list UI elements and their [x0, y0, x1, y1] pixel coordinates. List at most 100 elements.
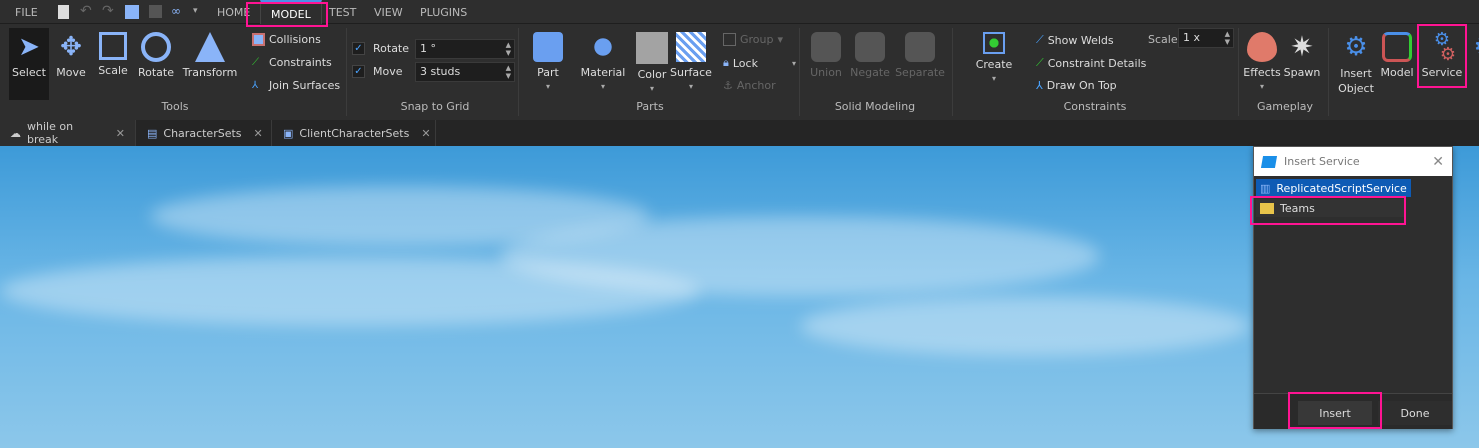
- undo-icon[interactable]: ↶: [80, 3, 92, 19]
- negate-button[interactable]: Negate: [850, 32, 890, 79]
- cloud-icon: ☁: [10, 126, 21, 140]
- collisions-icon: [252, 33, 265, 46]
- service-button[interactable]: ⚙ ⚙ Service: [1420, 29, 1464, 80]
- material-button[interactable]: Material ▾: [580, 32, 626, 92]
- union-button[interactable]: Union: [808, 32, 844, 79]
- replicated-script-service-icon: ▥: [1260, 181, 1271, 195]
- group-icon[interactable]: [125, 5, 139, 19]
- close-icon[interactable]: ✕: [1432, 154, 1444, 170]
- scale-button[interactable]: Scale: [95, 32, 131, 77]
- part-cube-icon: [533, 32, 563, 62]
- close-icon[interactable]: ✕: [116, 127, 125, 140]
- surface-button[interactable]: Surface ▾: [670, 32, 712, 92]
- separate-button[interactable]: Separate: [895, 32, 945, 79]
- negate-icon: [855, 32, 885, 62]
- show-welds-toggle[interactable]: ⟋ Show Welds: [1036, 33, 1114, 47]
- move-snap-input[interactable]: 3 studs ▲ ▼: [415, 62, 515, 82]
- constraint-details-toggle[interactable]: ⟋ Constraint Details: [1036, 56, 1146, 70]
- tab-clientcharactersets[interactable]: ▣ ClientCharacterSets ✕: [273, 120, 436, 146]
- move-snap-checkbox[interactable]: ✓ Move: [352, 65, 403, 78]
- list-item-replicatedscriptservice[interactable]: ▥ ReplicatedScriptService: [1256, 179, 1411, 197]
- gameplay-group-label: Gameplay: [1256, 100, 1314, 113]
- menu-bar: FILE ↶ ↷ ∞ ▾ HOME MODEL TEST VIEW PLUGIN…: [0, 0, 1479, 24]
- anchor-icon: ⚓︎: [723, 79, 733, 92]
- group-icon: [723, 33, 736, 46]
- dialog-footer: Insert Done: [1254, 393, 1452, 429]
- tab-home[interactable]: HOME: [217, 6, 250, 19]
- surface-icon: [676, 32, 706, 62]
- insert-object-button[interactable]: ⚙ Insert Object: [1336, 32, 1376, 96]
- close-icon[interactable]: ✕: [421, 127, 430, 140]
- group-button[interactable]: Group ▾: [723, 33, 783, 46]
- part-button[interactable]: Part ▾: [530, 32, 566, 92]
- tab-charactersets[interactable]: ▤ CharacterSets ✕: [137, 120, 272, 146]
- model-icon: [1382, 32, 1412, 62]
- file-menu[interactable]: FILE: [15, 6, 38, 19]
- create-constraint-button[interactable]: Create ▾: [972, 32, 1016, 84]
- constraint-create-icon: [983, 32, 1005, 54]
- close-icon[interactable]: ✕: [254, 127, 263, 140]
- color-button[interactable]: Color ▾: [635, 32, 669, 94]
- find-icon[interactable]: ∞: [171, 4, 181, 18]
- material-icon: [588, 32, 618, 62]
- rotate-snap-checkbox[interactable]: ✓ Rotate: [352, 42, 409, 55]
- stop-icon[interactable]: [149, 5, 162, 18]
- select-button[interactable]: ➤ Select: [9, 28, 49, 100]
- dialog-title-bar: Insert Service ✕: [1254, 147, 1452, 176]
- divider: [1328, 28, 1329, 116]
- model-button[interactable]: Model: [1380, 32, 1414, 79]
- rotate-snap-input[interactable]: 1 ° ▲ ▼: [415, 39, 515, 59]
- anchor-button[interactable]: ⚓︎ Anchor: [723, 79, 776, 92]
- spinner-icon[interactable]: ▲ ▼: [1225, 30, 1230, 46]
- tab-model[interactable]: MODEL: [260, 0, 322, 24]
- tab-test[interactable]: TEST: [329, 6, 356, 19]
- lock-button[interactable]: 🔒︎ Lock ▾: [723, 56, 796, 70]
- constraint-details-icon: ⟋: [1036, 56, 1044, 69]
- join-surfaces-toggle[interactable]: ⅄ Join Surfaces: [252, 79, 340, 92]
- scale-input[interactable]: 1 x ▲ ▼: [1178, 28, 1234, 48]
- document-tabs: ☁ while on break ✕ ▤ CharacterSets ✕ ▣ Client…: [0, 120, 1479, 146]
- rotate-button[interactable]: Rotate: [137, 32, 175, 79]
- move-arrows-icon: ✥: [60, 32, 82, 62]
- join-surfaces-icon: ⅄: [252, 80, 259, 91]
- scale-icon: [99, 32, 127, 60]
- divider: [346, 28, 347, 116]
- gear-icon: ⚙: [1470, 32, 1479, 62]
- redo-icon[interactable]: ↷: [102, 3, 114, 19]
- insert-button[interactable]: Insert: [1298, 401, 1372, 425]
- roblox-studio-icon: [1260, 155, 1278, 168]
- service-gears-icon: ⚙ ⚙: [1433, 29, 1457, 65]
- constraints-icon: ⟋: [252, 57, 259, 68]
- tab-view[interactable]: VIEW: [374, 6, 403, 19]
- solid-modeling-group-label: Solid Modeling: [834, 100, 916, 113]
- constraints-toggle[interactable]: ⟋ Constraints: [252, 56, 332, 69]
- collisions-toggle[interactable]: Collisions: [252, 33, 321, 46]
- script-icon: ▤: [147, 126, 158, 140]
- truncated-button[interactable]: ⚙: [1470, 32, 1479, 66]
- teams-folder-icon: [1260, 202, 1274, 214]
- spinner-icon[interactable]: ▲ ▼: [506, 41, 511, 57]
- new-file-icon[interactable]: [58, 5, 69, 19]
- effects-button[interactable]: Effects ▾: [1243, 32, 1281, 92]
- draw-on-top-toggle[interactable]: ⅄ Draw On Top: [1036, 79, 1117, 92]
- scale-label: Scale: [1148, 33, 1178, 46]
- list-item-teams[interactable]: Teams: [1256, 199, 1404, 217]
- local-script-icon: ▣: [283, 126, 294, 140]
- check-icon: ✓: [352, 42, 365, 55]
- rotate-icon: [141, 32, 171, 62]
- spawn-button[interactable]: ✷ Spawn: [1283, 32, 1321, 80]
- tab-plugins[interactable]: PLUGINS: [420, 6, 467, 19]
- move-button[interactable]: ✥ Move: [54, 32, 88, 79]
- divider: [799, 28, 800, 116]
- transform-button[interactable]: Transform: [182, 32, 238, 79]
- divider: [1238, 28, 1239, 116]
- lock-icon: 🔒︎: [723, 56, 729, 69]
- tab-while-on-break[interactable]: ☁ while on break ✕: [0, 120, 136, 146]
- customize-icon[interactable]: ▾: [193, 6, 198, 16]
- draw-on-top-icon: ⅄: [1036, 79, 1043, 92]
- tools-group-label: Tools: [161, 100, 189, 113]
- done-button[interactable]: Done: [1378, 401, 1452, 425]
- spinner-icon[interactable]: ▲ ▼: [506, 64, 511, 80]
- union-icon: [811, 32, 841, 62]
- check-icon: ✓: [352, 65, 365, 78]
